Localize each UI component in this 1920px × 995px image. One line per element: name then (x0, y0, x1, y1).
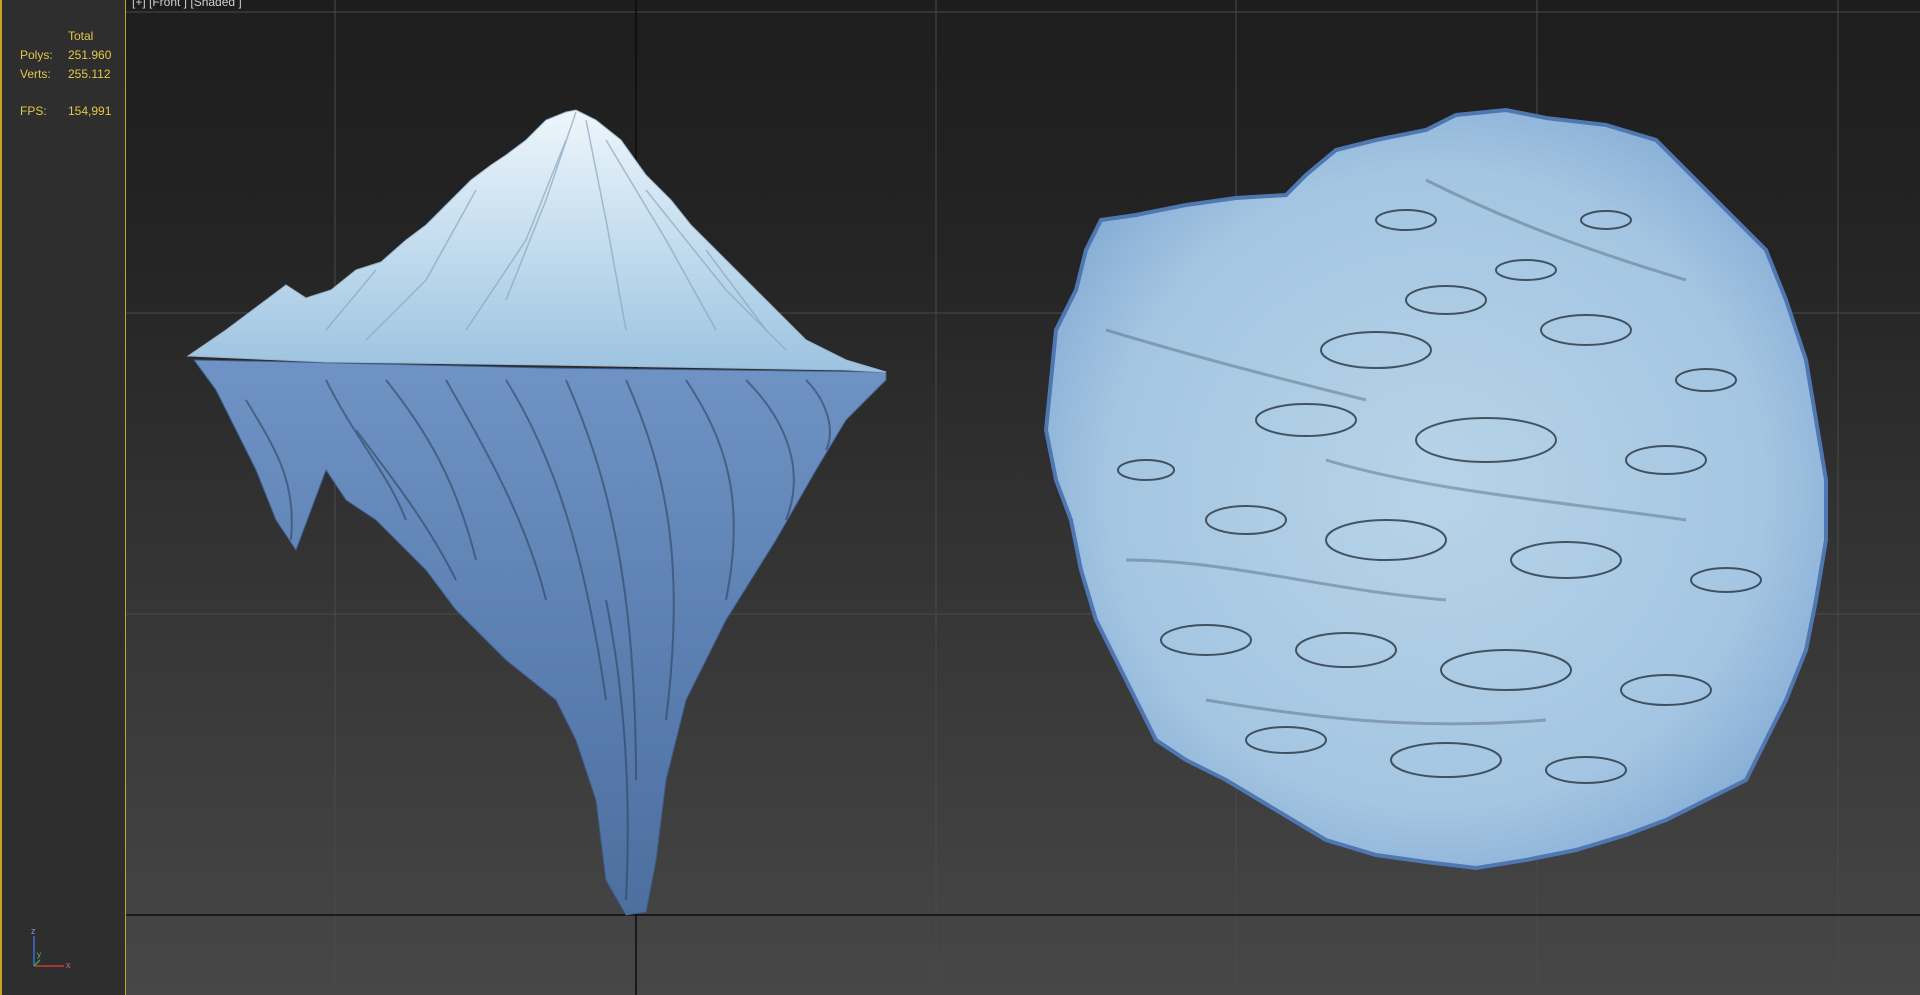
stats-verts-row: Verts: 255.112 (20, 65, 111, 84)
iceberg-side-view[interactable] (186, 109, 887, 916)
front-viewport[interactable]: [+] [Front ] [Shaded ] (126, 0, 1920, 995)
stats-polys-row: Polys: 251.960 (20, 46, 111, 65)
3d-viewport-app: Total Polys: 251.960 Verts: 255.112 FPS:… (0, 0, 1920, 995)
axis-x-label: x (66, 960, 71, 970)
fps-label: FPS: (20, 104, 47, 118)
axis-y-label: y (37, 950, 41, 959)
polys-value: 251.960 (68, 48, 112, 62)
verts-value: 255.112 (68, 67, 111, 81)
verts-label: Verts: (20, 67, 51, 81)
viewport-scene[interactable] (126, 0, 1920, 995)
polys-label: Polys: (20, 48, 53, 62)
statistics-panel: Total Polys: 251.960 Verts: 255.112 FPS:… (0, 0, 126, 995)
viewport-label[interactable]: [+] [Front ] [Shaded ] (132, 0, 242, 9)
iceberg-top-view[interactable] (1043, 107, 1828, 871)
scene-statistics: Total Polys: 251.960 Verts: 255.112 FPS:… (20, 27, 111, 121)
axis-gizmo-icon: z x y (31, 926, 71, 970)
fps-value: 154,991 (68, 104, 112, 118)
axis-z-label: z (31, 926, 36, 936)
stats-fps-row: FPS: 154,991 (20, 102, 111, 121)
stats-total-label: Total (68, 29, 94, 43)
